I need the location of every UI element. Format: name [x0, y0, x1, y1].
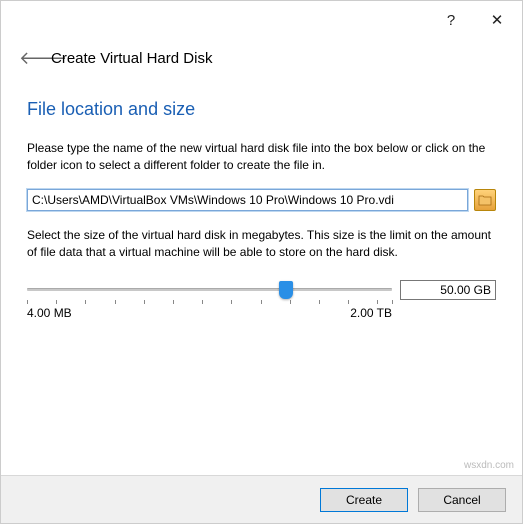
titlebar: ? ✕	[1, 1, 522, 39]
size-value-display[interactable]: 50.00 GB	[400, 280, 496, 300]
button-bar: Create Cancel	[1, 475, 522, 523]
browse-folder-button[interactable]	[474, 189, 496, 211]
file-path-input[interactable]	[27, 189, 468, 211]
watermark: wsxdn.com	[464, 460, 514, 471]
section-heading: File location and size	[27, 99, 496, 120]
size-instruction-text: Select the size of the virtual hard disk…	[27, 227, 496, 262]
cancel-button[interactable]: Cancel	[418, 488, 506, 512]
slider-ticks	[27, 300, 392, 304]
wizard-header: 🡐 Create Virtual Hard Disk	[1, 39, 522, 77]
path-instruction-text: Please type the name of the new virtual …	[27, 140, 496, 175]
wizard-title: Create Virtual Hard Disk	[51, 50, 212, 67]
size-slider[interactable]	[27, 280, 392, 300]
help-icon[interactable]: ?	[438, 7, 464, 33]
slider-range-labels: 4.00 MB 2.00 TB	[27, 306, 496, 320]
size-max-label: 2.00 TB	[350, 306, 392, 320]
slider-track	[27, 288, 392, 291]
size-min-label: 4.00 MB	[27, 306, 72, 320]
folder-icon	[478, 194, 492, 206]
close-icon[interactable]: ✕	[484, 7, 510, 33]
size-slider-row: 50.00 GB	[27, 280, 496, 300]
create-button[interactable]: Create	[320, 488, 408, 512]
slider-thumb[interactable]	[279, 281, 293, 299]
content-area: File location and size Please type the n…	[1, 77, 522, 320]
back-arrow-icon[interactable]: 🡐	[19, 48, 39, 69]
file-path-row	[27, 189, 496, 211]
